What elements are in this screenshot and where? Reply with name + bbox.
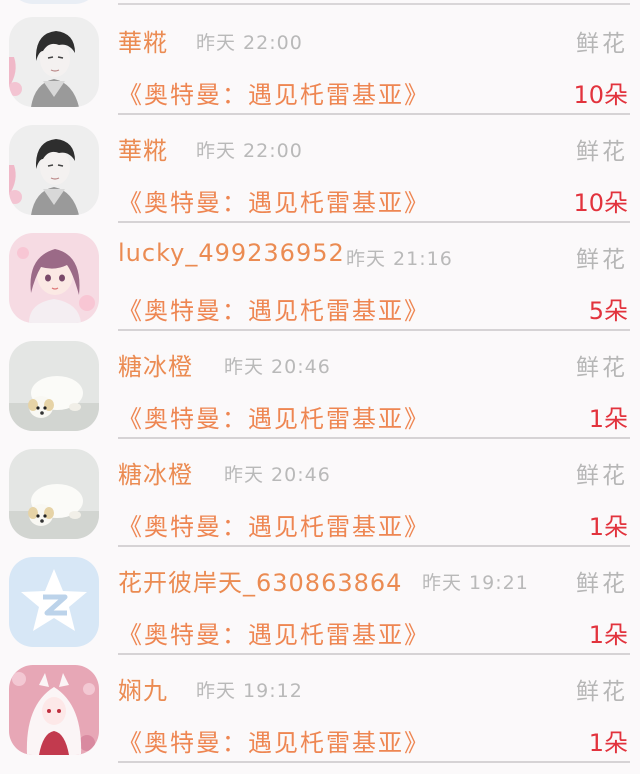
gift-count: 1朵 xyxy=(588,729,628,757)
divider xyxy=(118,761,630,763)
previous-row-edge xyxy=(0,0,640,7)
gift-type-label: 鲜花 xyxy=(576,31,628,57)
puppy-avatar-icon[interactable] xyxy=(9,341,99,431)
time-label: 昨天 22:00 xyxy=(196,140,303,162)
gift-record-row[interactable]: 糖冰橙 昨天 20:46 鲜花 《奥特曼：遇见杔雷基亚》 1朵 xyxy=(0,439,640,547)
gift-type-label: 鲜花 xyxy=(576,247,628,273)
gift-record-row[interactable]: lucky_499236952 昨天 21:16 鲜花 《奥特曼：遇见杔雷基亚》… xyxy=(0,223,640,331)
sender-name[interactable]: 糖冰橙 xyxy=(118,347,193,382)
time-label: 昨天 22:00 xyxy=(196,32,303,54)
gift-type-label: 鲜花 xyxy=(576,139,628,165)
time-label: 昨天 20:46 xyxy=(224,464,331,486)
sender-name[interactable]: 花开彼岸天_630863864 xyxy=(118,563,402,598)
time-label: 昨天 21:16 xyxy=(346,248,453,270)
gift-type-label: 鲜花 xyxy=(576,571,628,597)
time-label: 昨天 19:21 xyxy=(422,572,529,594)
white-hair-girl-avatar-icon[interactable] xyxy=(9,665,99,755)
sender-name[interactable]: 糖冰橙 xyxy=(118,455,193,490)
gift-type-label: 鲜花 xyxy=(576,463,628,489)
time-label: 昨天 20:46 xyxy=(224,356,331,378)
book-title-link[interactable]: 《奥特曼：遇见杔雷基亚》 xyxy=(118,75,430,110)
book-title-link[interactable]: 《奥特曼：遇见杔雷基亚》 xyxy=(118,507,430,542)
gift-record-row[interactable]: 華糀 昨天 22:00 鲜花 《奥特曼：遇见杔雷基亚》 10朵 xyxy=(0,115,640,223)
gift-count: 5朵 xyxy=(588,297,628,325)
gift-record-row[interactable]: 娴九 昨天 19:12 鲜花 《奥特曼：遇见杔雷基亚》 1朵 xyxy=(0,655,640,763)
qzone-star-avatar-icon[interactable] xyxy=(9,557,99,647)
sender-name[interactable]: 華糀 xyxy=(118,23,168,58)
book-title-link[interactable]: 《奥特曼：遇见杔雷基亚》 xyxy=(118,399,430,434)
divider xyxy=(118,3,630,5)
sender-name[interactable]: lucky_499236952 xyxy=(118,239,345,267)
sender-name[interactable]: 華糀 xyxy=(118,131,168,166)
book-title-link[interactable]: 《奥特曼：遇见杔雷基亚》 xyxy=(118,723,430,758)
time-label: 昨天 19:12 xyxy=(196,680,303,702)
sender-name[interactable]: 娴九 xyxy=(118,671,168,706)
boy-sketch-avatar-icon[interactable] xyxy=(9,125,99,215)
gift-record-row[interactable]: 花开彼岸天_630863864 昨天 19:21 鲜花 《奥特曼：遇见杔雷基亚》… xyxy=(0,547,640,655)
gift-count: 10朵 xyxy=(573,189,628,217)
gift-record-row[interactable]: 華糀 昨天 22:00 鲜花 《奥特曼：遇见杔雷基亚》 10朵 xyxy=(0,7,640,115)
previous-avatar xyxy=(9,0,99,4)
book-title-link[interactable]: 《奥特曼：遇见杔雷基亚》 xyxy=(118,615,430,650)
gift-count: 1朵 xyxy=(588,621,628,649)
gift-count: 1朵 xyxy=(588,405,628,433)
puppy-avatar-icon[interactable] xyxy=(9,449,99,539)
gift-type-label: 鲜花 xyxy=(576,679,628,705)
book-title-link[interactable]: 《奥特曼：遇见杔雷基亚》 xyxy=(118,291,430,326)
boy-sketch-avatar-icon[interactable] xyxy=(9,17,99,107)
gift-record-row[interactable]: 糖冰橙 昨天 20:46 鲜花 《奥特曼：遇见杔雷基亚》 1朵 xyxy=(0,331,640,439)
gift-record-list[interactable]: 華糀 昨天 22:00 鲜花 《奥特曼：遇见杔雷基亚》 10朵 華糀 昨天 22… xyxy=(0,0,640,774)
gift-count: 10朵 xyxy=(573,81,628,109)
gift-type-label: 鲜花 xyxy=(576,355,628,381)
anime-girl-avatar-icon[interactable] xyxy=(9,233,99,323)
book-title-link[interactable]: 《奥特曼：遇见杔雷基亚》 xyxy=(118,183,430,218)
gift-count: 1朵 xyxy=(588,513,628,541)
